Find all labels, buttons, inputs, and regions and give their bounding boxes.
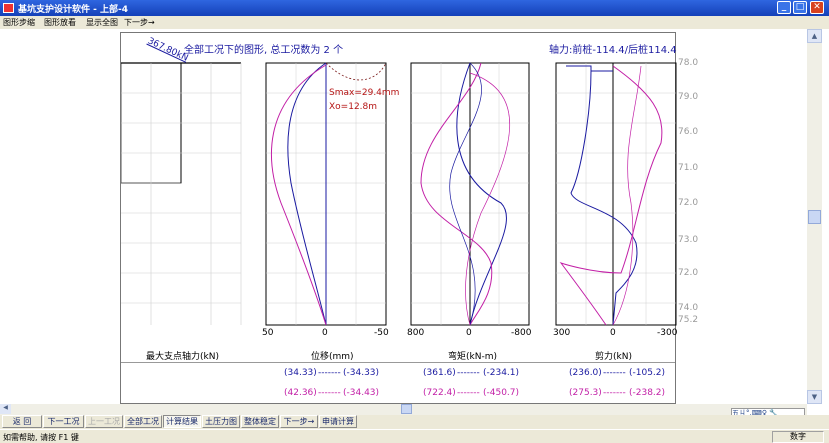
shear-range-min: (236.0): [569, 368, 602, 378]
next-case-button[interactable]: 下一工况: [43, 415, 84, 428]
disp-range-min: (34.33): [284, 368, 317, 378]
shear-tick: -300: [657, 328, 678, 338]
depth-tick: 76.0: [678, 127, 699, 137]
depth-tick: 72.0: [678, 198, 699, 208]
vertical-scroll-thumb[interactable]: [808, 210, 821, 224]
max-displacement-note: Smax=29.4mm: [329, 88, 400, 98]
moment-range-max: (-234.1): [483, 368, 520, 378]
horizontal-scrollbar[interactable]: ◀: [0, 404, 807, 415]
axial-force-label: 轴力:前桩-114.4/后桩114.4: [549, 45, 677, 56]
num-lock-indicator: 数字: [772, 431, 824, 443]
back-button[interactable]: 返 回: [2, 415, 42, 428]
minimize-button[interactable]: _: [777, 1, 791, 14]
scroll-left-arrow-icon[interactable]: ◀: [0, 404, 11, 414]
divider: [121, 362, 675, 363]
moment-tick: -800: [511, 328, 532, 338]
scroll-down-arrow-icon[interactable]: ▼: [807, 390, 822, 404]
prev-case-button[interactable]: 上一工况: [85, 415, 123, 428]
moment-tick: 0: [466, 328, 472, 338]
earth-pressure-button[interactable]: 土压力图: [202, 415, 240, 428]
moment-tick: 800: [407, 328, 425, 338]
menu-item-zoom-out[interactable]: 图形步缩: [3, 17, 35, 28]
bottom-toolbar: 返 回 下一工况 上一工况 全部工况 计算结果 土压力图 整体稳定 下一步→ 申…: [0, 415, 829, 429]
horizontal-scroll-thumb[interactable]: [401, 404, 412, 414]
moment-range-min: (361.6): [423, 368, 456, 378]
maximize-button[interactable]: □: [793, 1, 807, 14]
title-bar: 基坑支护设计软件 - 上部-4 _ □ ✕: [0, 0, 829, 16]
disp-range-max: (-34.43): [343, 388, 380, 398]
range-dash: -------: [318, 368, 341, 378]
range-dash: -------: [603, 368, 626, 378]
shear-tick: 300: [553, 328, 571, 338]
range-dash: -------: [457, 368, 480, 378]
status-message: 如需帮助, 请按 F1 键: [3, 433, 79, 442]
results-button[interactable]: 计算结果: [163, 415, 201, 428]
moment-range-min: (722.4): [423, 388, 456, 398]
menu-item-zoom-in[interactable]: 图形放看: [44, 17, 76, 28]
app-icon: [3, 3, 14, 13]
range-dash: -------: [457, 388, 480, 398]
range-dash: -------: [603, 388, 626, 398]
depth-tick: 74.0: [678, 303, 699, 313]
depth-tick: 78.0: [678, 58, 699, 68]
zero-point-note: Xo=12.8m: [329, 102, 378, 112]
moment-range-max: (-450.7): [483, 388, 520, 398]
shear-range-max: (-105.2): [629, 368, 666, 378]
window-title: 基坑支护设计软件 - 上部-4: [18, 5, 129, 15]
disp-tick: 0: [322, 328, 328, 338]
close-button[interactable]: ✕: [810, 1, 824, 14]
depth-tick: 71.0: [678, 163, 699, 173]
scroll-up-arrow-icon[interactable]: ▲: [807, 29, 822, 43]
figure-heading: 全部工况下的图形, 总工况数为 2 个: [184, 45, 344, 56]
menu-item-show-all[interactable]: 显示全图: [86, 17, 118, 28]
results-figure: 全部工况下的图形, 总工况数为 2 个 轴力:前桩-114.4/后桩114.4 …: [120, 32, 698, 404]
disp-range-min: (42.36): [284, 388, 317, 398]
shear-panel: [555, 62, 677, 326]
shear-range-max: (-238.2): [629, 388, 666, 398]
moment-title: 弯矩(kN-m): [448, 352, 497, 362]
shear-range-min: (275.3): [569, 388, 602, 398]
depth-tick: 79.0: [678, 92, 699, 102]
disp-range-max: (-34.33): [343, 368, 380, 378]
depth-tick: 72.0: [678, 268, 699, 278]
moment-panel: [410, 62, 530, 326]
depth-tick: 73.0: [678, 235, 699, 245]
disp-tick: -50: [374, 328, 389, 338]
depth-tick: 75.2: [678, 315, 699, 325]
menu-bar: 图形步缩 图形放看 显示全图 下一步→: [0, 16, 829, 29]
shear-tick: 0: [610, 328, 616, 338]
request-calc-button[interactable]: 申请计算: [319, 415, 357, 428]
next-step-button[interactable]: 下一步→: [280, 415, 318, 428]
menu-item-next-step[interactable]: 下一步→: [124, 17, 155, 28]
vertical-scrollbar[interactable]: ▲ ▼: [807, 29, 822, 404]
range-dash: -------: [318, 388, 341, 398]
displacement-title: 位移(mm): [311, 352, 354, 362]
overall-stability-button[interactable]: 整体稳定: [241, 415, 279, 428]
shear-title: 剪力(kN): [595, 352, 632, 362]
all-cases-button[interactable]: 全部工况: [124, 415, 162, 428]
disp-tick: 50: [262, 328, 274, 338]
status-bar: 如需帮助, 请按 F1 键 数字: [0, 430, 829, 443]
support-force-title: 最大支点轴力(kN): [146, 352, 219, 362]
